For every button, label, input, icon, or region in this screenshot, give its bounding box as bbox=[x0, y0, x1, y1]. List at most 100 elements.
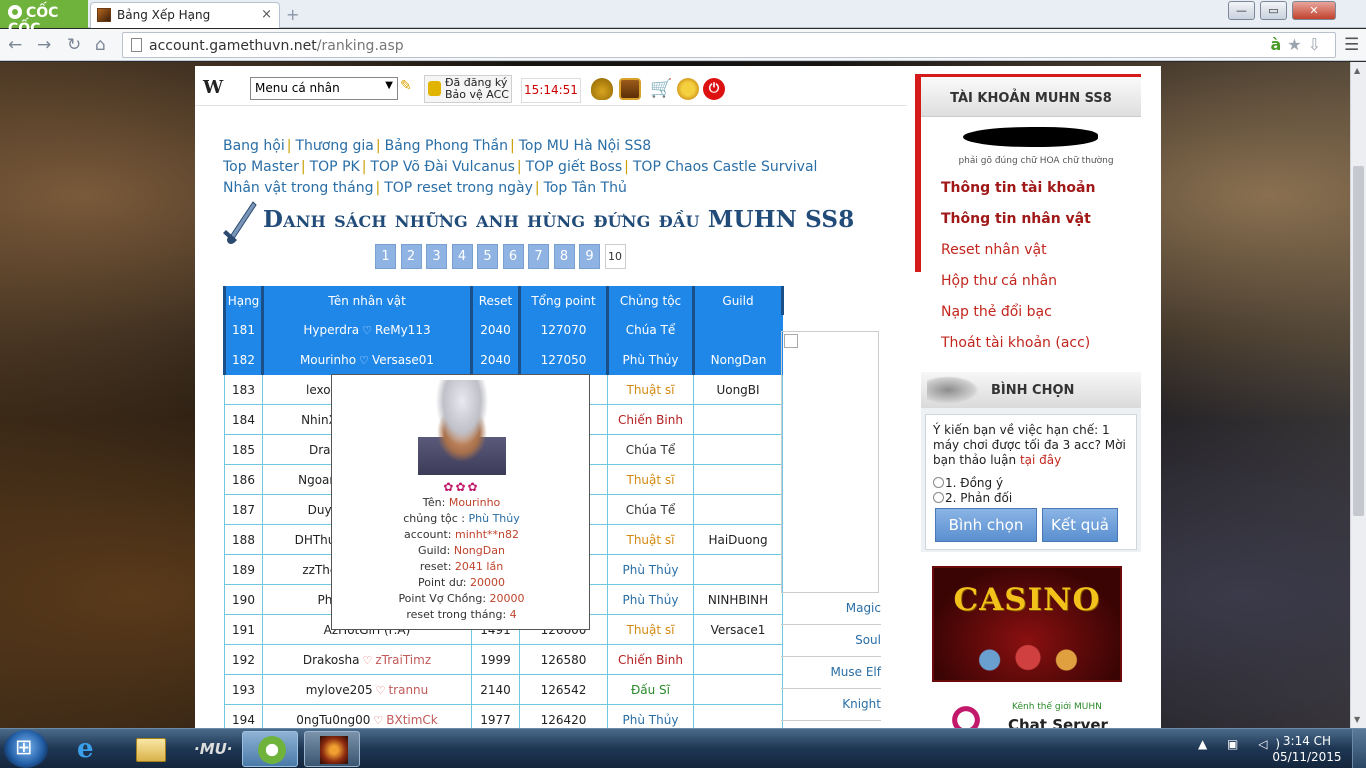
account-protection-badge[interactable]: Đã đăng ký Bảo vệ ACC bbox=[424, 75, 512, 103]
ranking-link[interactable]: Bang hội bbox=[223, 138, 285, 154]
spouse-name[interactable]: zTraiTimz bbox=[375, 653, 431, 667]
ranking-link[interactable]: Thương gia bbox=[295, 138, 373, 154]
window-minimize-button[interactable]: — bbox=[1228, 1, 1255, 20]
spouse-name[interactable]: trannu bbox=[388, 683, 428, 697]
page-link-8[interactable]: 8 bbox=[553, 244, 575, 269]
new-tab-button[interactable]: + bbox=[286, 5, 299, 24]
taskbar-coccoc-icon[interactable] bbox=[242, 731, 298, 767]
browser-menu-icon[interactable]: ☰ bbox=[1344, 35, 1359, 55]
table-row[interactable]: 194 0ngTu0ng00 ♡ BXtimCk 1977 126420 Phù Thủy bbox=[224, 704, 783, 728]
account-menu-item[interactable]: Nạp thẻ đổi bạc bbox=[941, 297, 1095, 328]
scroll-down-icon[interactable]: ▼ bbox=[1354, 715, 1360, 724]
ranking-link[interactable]: TOP reset trong ngày bbox=[384, 180, 533, 196]
account-menu-item[interactable]: Reset nhân vật bbox=[941, 235, 1095, 266]
treasure-chest-icon[interactable] bbox=[619, 78, 641, 100]
page-link-10[interactable]: 10 bbox=[604, 244, 626, 269]
tab-title: Bảng Xếp Hạng bbox=[117, 8, 211, 22]
personal-menu-select[interactable]: Menu cá nhân ▼ bbox=[250, 77, 398, 100]
page-link-4[interactable]: 4 bbox=[451, 244, 473, 269]
name-cell[interactable]: 0ngTu0ng00 ♡ BXtimCk bbox=[262, 704, 472, 728]
class-link[interactable]: Soul bbox=[781, 625, 881, 657]
account-menu-item[interactable]: Hộp thư cá nhân bbox=[941, 266, 1095, 297]
character-name[interactable]: Mourinho bbox=[300, 353, 356, 367]
taskbar-clock[interactable]: 3:14 CH 05/11/2015 bbox=[1272, 733, 1342, 765]
result-button[interactable]: Kết quả bbox=[1042, 508, 1118, 542]
account-menu-item[interactable]: Thoát tài khoản (acc) bbox=[941, 328, 1095, 359]
vote-button[interactable]: Bình chọn bbox=[935, 508, 1037, 542]
account-menu-item[interactable]: Thông tin tài khoản bbox=[941, 173, 1095, 204]
taskbar-ie-icon[interactable]: e bbox=[62, 731, 118, 767]
spouse-name[interactable]: BXtimCk bbox=[386, 713, 438, 727]
ranking-link[interactable]: TOP giết Boss bbox=[526, 159, 623, 175]
table-row[interactable]: 192 Drakosha ♡ zTraiTimz 1999 126580 Chiến Bin… bbox=[224, 644, 783, 675]
vote-option-disagree[interactable]: 2. Phản đối bbox=[933, 491, 1129, 506]
coccoc-logo[interactable]: CỐC CỐC bbox=[0, 0, 88, 37]
ranking-link[interactable]: Bảng Phong Thần bbox=[385, 138, 508, 154]
name-cell[interactable]: Hyperdra ♡ ReMy113 bbox=[261, 314, 472, 345]
window-close-button[interactable]: ✕ bbox=[1292, 1, 1336, 20]
casino-banner[interactable]: CASINO bbox=[932, 566, 1122, 682]
home-icon[interactable]: ⌂ bbox=[95, 35, 106, 55]
page-link-7[interactable]: 7 bbox=[528, 244, 549, 269]
taskbar-mu-icon[interactable]: ·MU· bbox=[182, 731, 238, 767]
page-icon bbox=[131, 38, 142, 52]
shopping-cart-icon[interactable]: 🛒 bbox=[650, 78, 672, 100]
scrollbar-thumb[interactable] bbox=[1353, 166, 1364, 516]
taskbar-explorer-icon[interactable] bbox=[122, 731, 178, 767]
gift-icon[interactable] bbox=[677, 78, 699, 100]
name-cell[interactable]: Drakosha ♡ zTraiTimz bbox=[262, 644, 472, 675]
page-scrollbar[interactable]: ▲ ▼ bbox=[1350, 62, 1366, 728]
tab-close-icon[interactable]: × bbox=[261, 7, 272, 22]
account-menu-item[interactable]: Thông tin nhân vật bbox=[941, 204, 1095, 235]
start-button[interactable] bbox=[4, 730, 48, 768]
download-icon[interactable]: ⇩ bbox=[1308, 35, 1327, 54]
spouse-name[interactable]: ReMy113 bbox=[375, 323, 431, 337]
money-bag-icon[interactable] bbox=[591, 78, 613, 100]
power-icon[interactable]: ⏻ bbox=[703, 78, 725, 100]
page-link-2[interactable]: 2 bbox=[400, 244, 422, 269]
radio-icon[interactable] bbox=[933, 492, 944, 503]
ranking-link[interactable]: Top MU Hà Nội SS8 bbox=[519, 138, 651, 154]
vote-discuss-link[interactable]: tại đây bbox=[1020, 453, 1061, 467]
name-cell[interactable]: Mourinho ♡ Versase01 bbox=[261, 344, 472, 375]
page-link-5[interactable]: 5 bbox=[477, 244, 498, 269]
character-name[interactable]: 0ngTu0ng00 bbox=[296, 713, 370, 727]
character-name[interactable]: Hyperdra bbox=[303, 323, 359, 337]
back-arrow-icon[interactable]: ← bbox=[8, 35, 22, 55]
name-cell[interactable]: mylove205 ♡ trannu bbox=[262, 674, 472, 705]
page-link-9[interactable]: 9 bbox=[579, 244, 600, 269]
pencil-icon[interactable]: ✎ bbox=[400, 78, 412, 94]
character-name[interactable]: Drakosha bbox=[303, 653, 360, 667]
table-row[interactable]: 182 Mourinho ♡ Versase01 2040 127050 Phù Thủy N… bbox=[223, 344, 783, 375]
page-link-3[interactable]: 3 bbox=[426, 244, 447, 269]
window-maximize-button[interactable]: ▭ bbox=[1260, 1, 1287, 20]
table-row[interactable]: 181 Hyperdra ♡ ReMy113 2040 127070 Chúa Tể bbox=[223, 314, 783, 345]
ranking-link[interactable]: TOP Chaos Castle Survival bbox=[633, 159, 818, 175]
class-link[interactable]: Magic bbox=[781, 593, 881, 625]
page-link-6[interactable]: 6 bbox=[502, 244, 524, 269]
chat-server-banner[interactable]: Kênh thế giới MUHN Chat Server bbox=[936, 686, 1118, 728]
character-name[interactable]: mylove205 bbox=[306, 683, 373, 697]
ranking-link[interactable]: TOP Võ Đài Vulcanus bbox=[370, 159, 514, 175]
tab-ranking[interactable]: Bảng Xếp Hạng × bbox=[90, 2, 280, 28]
show-desktop-button[interactable] bbox=[1352, 729, 1366, 768]
ranking-link[interactable]: Top Tân Thủ bbox=[544, 180, 627, 196]
class-link[interactable]: Muse Elf bbox=[781, 657, 881, 689]
radio-icon[interactable] bbox=[933, 477, 944, 488]
typing-icon[interactable]: à bbox=[1270, 35, 1287, 54]
scroll-up-icon[interactable]: ▲ bbox=[1354, 66, 1360, 75]
w-logo-icon[interactable]: W bbox=[203, 77, 223, 98]
address-bar[interactable]: account.gamethuvn.net/ranking.asp à★⇩ bbox=[122, 32, 1336, 58]
ranking-link[interactable]: Top Master bbox=[223, 159, 299, 175]
taskbar-game-icon[interactable] bbox=[304, 731, 360, 767]
page-link-1[interactable]: 1 bbox=[375, 244, 396, 269]
table-row[interactable]: 193 mylove205 ♡ trannu 2140 126542 Đấu Sĩ bbox=[224, 674, 783, 705]
star-icon[interactable]: ★ bbox=[1287, 35, 1307, 54]
class-link[interactable]: Knight bbox=[781, 689, 881, 721]
vote-option-agree[interactable]: 1. Đồng ý bbox=[933, 476, 1129, 491]
reload-icon[interactable]: ↻ bbox=[67, 35, 81, 55]
spouse-name[interactable]: Versase01 bbox=[372, 353, 434, 367]
ranking-link[interactable]: Nhân vật trong tháng bbox=[223, 180, 373, 196]
forward-arrow-icon[interactable]: → bbox=[37, 35, 51, 55]
ranking-link[interactable]: TOP PK bbox=[310, 159, 360, 175]
